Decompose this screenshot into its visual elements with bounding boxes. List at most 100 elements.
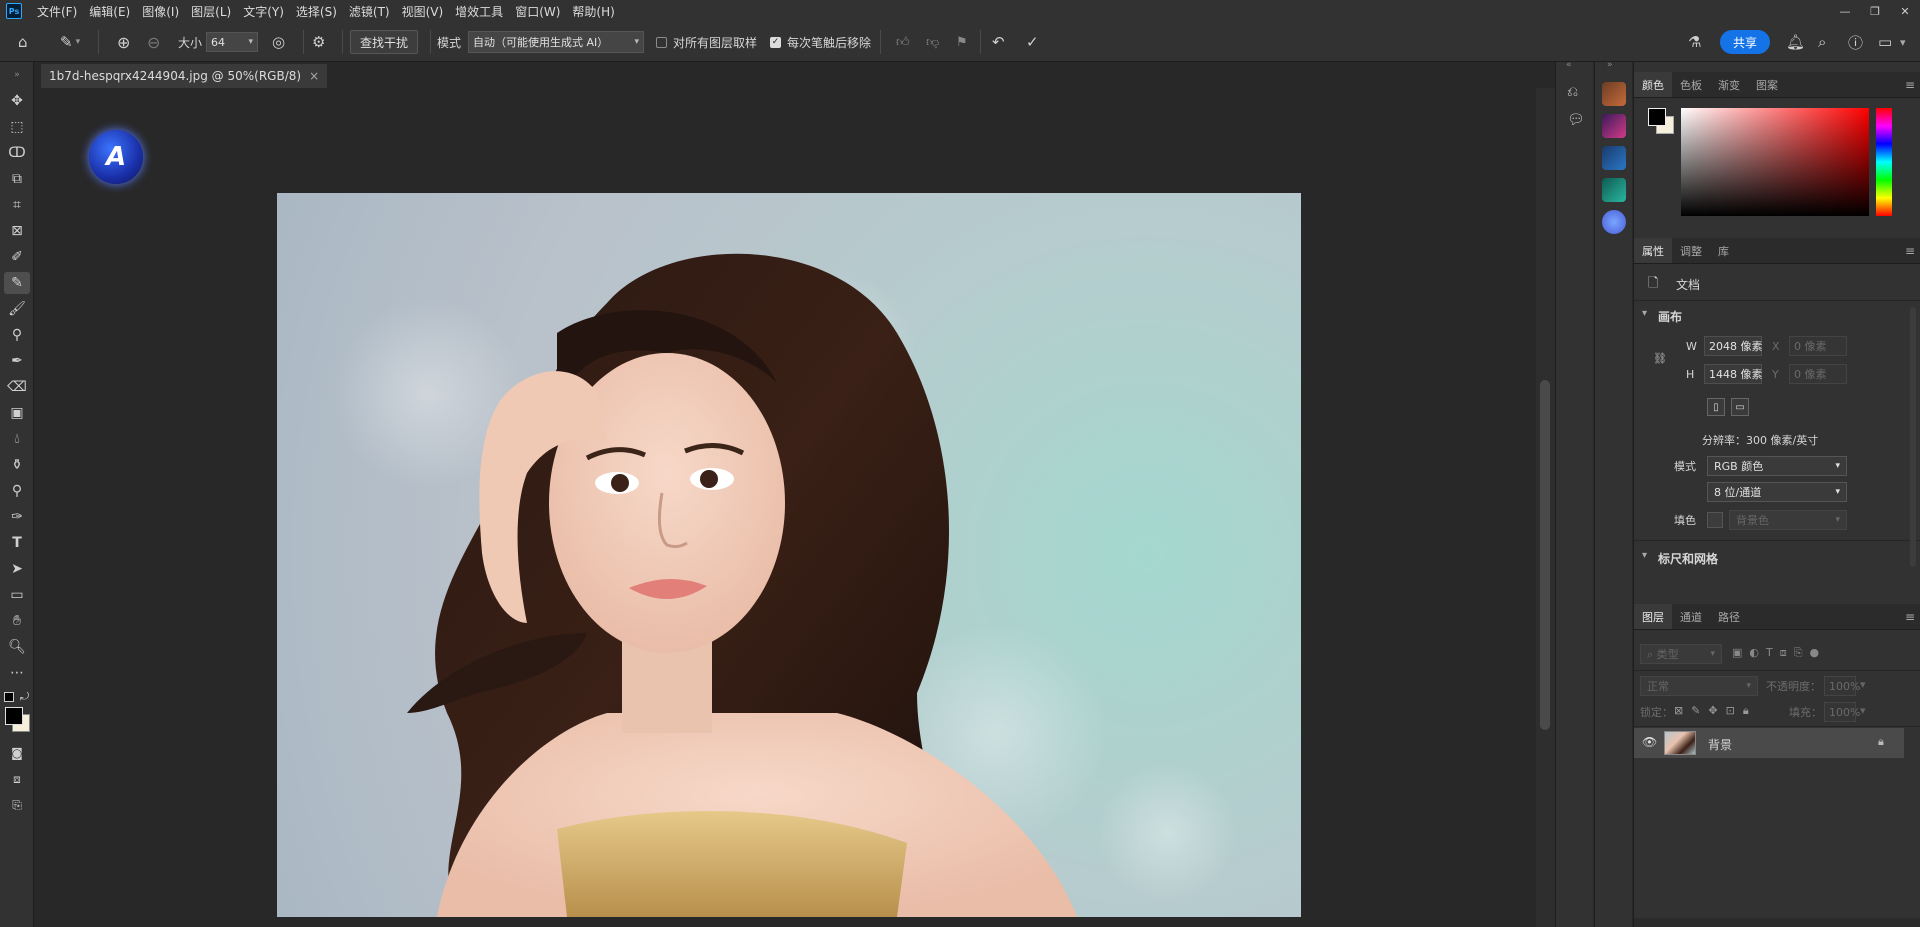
- layer-filter-icons[interactable]: ▣◐T⧈⎘●: [1732, 646, 1826, 660]
- menu-plugins[interactable]: 增效工具: [449, 3, 509, 20]
- type-tool-icon[interactable]: T: [4, 532, 30, 554]
- menu-type[interactable]: 文字(Y): [237, 3, 290, 20]
- canvas-chevron-icon[interactable]: ▾: [1642, 308, 1647, 319]
- search-icon[interactable]: ⌕: [1818, 22, 1826, 62]
- landscape-orientation-icon[interactable]: ▭: [1731, 398, 1749, 416]
- layer-filter-select[interactable]: ⌕ 类型 ▾: [1640, 644, 1722, 664]
- bit-depth-select[interactable]: 8 位/通道 ▾: [1707, 482, 1847, 502]
- layers-panel-menu-icon[interactable]: ≡: [1905, 604, 1915, 629]
- remove-tool-icon[interactable]: ✎: [4, 272, 30, 294]
- find-distractions-button[interactable]: 查找干扰: [350, 30, 419, 54]
- color-field[interactable]: [1681, 108, 1869, 216]
- opacity-input[interactable]: 100%: [1824, 676, 1860, 696]
- comments-panel-icon[interactable]: 💬︎: [1567, 112, 1585, 128]
- hue-slider[interactable]: [1876, 108, 1892, 216]
- minimize-button[interactable]: —: [1830, 0, 1860, 22]
- y-input[interactable]: 0 像素: [1789, 364, 1847, 384]
- history-brush-tool-icon[interactable]: ✒: [4, 350, 30, 372]
- foreground-color-swatch[interactable]: [5, 707, 23, 725]
- properties-scrollbar[interactable]: [1910, 307, 1916, 567]
- home-icon[interactable]: ⌂: [18, 22, 28, 62]
- properties-panel-menu-icon[interactable]: ≡: [1905, 238, 1915, 263]
- plugin-ai-icon[interactable]: [1602, 178, 1626, 202]
- help-icon[interactable]: ⓘ: [1848, 22, 1863, 62]
- close-button[interactable]: ✕: [1890, 0, 1920, 22]
- plugin-avatar-icon[interactable]: [1602, 82, 1626, 106]
- more-options-icon[interactable]: ▾: [1900, 22, 1906, 62]
- menu-edit[interactable]: 编辑(E): [83, 3, 136, 20]
- sample-all-checkbox-box[interactable]: [656, 36, 667, 48]
- link-dimensions-icon[interactable]: ⛓: [1653, 352, 1667, 365]
- plugin-planet-icon[interactable]: [1602, 210, 1626, 234]
- tab-color[interactable]: 颜色: [1634, 72, 1672, 97]
- marquee-tool-icon[interactable]: ⬚: [4, 116, 30, 138]
- default-colors-icon[interactable]: [4, 692, 14, 702]
- stamp-tool-icon[interactable]: ⚲: [4, 324, 30, 346]
- swap-colors-icon[interactable]: ⤾: [20, 690, 29, 704]
- opacity-dropdown-icon[interactable]: ▾: [1860, 678, 1866, 691]
- remove-after-stroke-checkbox[interactable]: ✓ 每次笔触后移除: [770, 22, 871, 62]
- collapse-toolbar-icon[interactable]: »: [4, 64, 30, 86]
- add-stroke-icon[interactable]: ⊕: [117, 22, 130, 62]
- menu-help[interactable]: 帮助(H): [566, 3, 620, 20]
- move-tool-icon[interactable]: ✥: [4, 90, 30, 112]
- tab-adjustments[interactable]: 调整: [1672, 238, 1710, 263]
- remove-tool-preset-icon[interactable]: ✎ ▾: [60, 22, 80, 62]
- restore-button[interactable]: ❐: [1860, 0, 1890, 22]
- gradient-tool-icon[interactable]: ▣: [4, 402, 30, 424]
- quick-mask-icon[interactable]: ◙: [4, 742, 30, 764]
- height-input[interactable]: 1448 像素: [1704, 364, 1763, 384]
- fill-input[interactable]: 100%: [1824, 702, 1860, 722]
- document-image[interactable]: [277, 193, 1301, 917]
- fill-select[interactable]: 背景色 ▾: [1729, 510, 1847, 530]
- gear-icon[interactable]: ⚙: [312, 22, 325, 62]
- tab-gradients[interactable]: 渐变: [1710, 72, 1748, 97]
- sample-all-layers-checkbox[interactable]: 对所有图层取样: [656, 22, 757, 62]
- subtract-stroke-icon[interactable]: ⊖: [147, 22, 160, 62]
- bell-icon[interactable]: 🔔︎: [1786, 22, 1805, 62]
- tab-channels[interactable]: 通道: [1672, 604, 1710, 629]
- x-input[interactable]: 0 像素: [1789, 336, 1847, 356]
- tab-swatches[interactable]: 色板: [1672, 72, 1710, 97]
- expand-panels-icon[interactable]: »: [1607, 60, 1613, 70]
- zoom-tool-icon[interactable]: 🔍︎: [4, 636, 30, 658]
- menu-select[interactable]: 选择(S): [290, 3, 343, 20]
- size-input[interactable]: 64 ▾: [206, 32, 258, 52]
- history-panel-icon[interactable]: ⎌: [1567, 84, 1578, 100]
- lock-options-icons[interactable]: ⊠✎✥⊡🔒︎: [1674, 704, 1757, 718]
- tab-paths[interactable]: 路径: [1710, 604, 1748, 629]
- brush-tool-icon[interactable]: 🖌︎: [4, 298, 30, 320]
- more-tools-icon[interactable]: ⋯: [4, 662, 30, 684]
- panel-foreground-swatch[interactable]: [1648, 108, 1666, 126]
- menu-file[interactable]: 文件(F): [31, 3, 83, 20]
- fill-color-swatch[interactable]: [1707, 512, 1723, 528]
- pen-tool-icon[interactable]: ✑: [4, 506, 30, 528]
- hand-tool-icon[interactable]: ✋︎: [4, 610, 30, 632]
- workspace-icon[interactable]: ▭: [1878, 22, 1892, 62]
- dodge-tool-icon[interactable]: ⚱: [4, 454, 30, 476]
- tab-libraries[interactable]: 库: [1710, 238, 1737, 263]
- undo-icon[interactable]: ↶: [992, 22, 1005, 62]
- flask-icon[interactable]: ⚗: [1688, 22, 1701, 62]
- menu-layer[interactable]: 图层(L): [185, 3, 237, 20]
- vertical-scrollbar-thumb[interactable]: [1540, 380, 1550, 730]
- document-tab[interactable]: 1b7d-hespqrx4244904.jpg @ 50%(RGB/8) ×: [41, 64, 328, 88]
- remove-after-checkbox-box[interactable]: ✓: [770, 36, 781, 48]
- pressure-size-icon[interactable]: ◎: [272, 22, 285, 62]
- close-tab-icon[interactable]: ×: [309, 69, 319, 83]
- menu-window[interactable]: 窗口(W): [509, 3, 566, 20]
- fill-dropdown-icon[interactable]: ▾: [1860, 704, 1866, 717]
- menu-image[interactable]: 图像(I): [136, 3, 185, 20]
- share-button[interactable]: 共享: [1720, 30, 1770, 54]
- blur-tool-icon[interactable]: 💧︎: [4, 428, 30, 450]
- plugin-character-icon[interactable]: [1602, 114, 1626, 138]
- tab-layers[interactable]: 图层: [1634, 604, 1672, 629]
- plugin-hex-icon[interactable]: [1602, 146, 1626, 170]
- menu-view[interactable]: 视图(V): [396, 3, 450, 20]
- tab-properties[interactable]: 属性: [1634, 238, 1672, 263]
- thumbs-up-icon[interactable]: 👍︎: [896, 22, 910, 62]
- layer-row[interactable]: 👁︎ 背景 🔒︎: [1634, 728, 1904, 758]
- layer-visibility-eye-icon[interactable]: 👁︎: [1642, 735, 1657, 749]
- rulers-chevron-icon[interactable]: ▾: [1642, 550, 1647, 561]
- object-select-tool-icon[interactable]: ⧉: [4, 168, 30, 190]
